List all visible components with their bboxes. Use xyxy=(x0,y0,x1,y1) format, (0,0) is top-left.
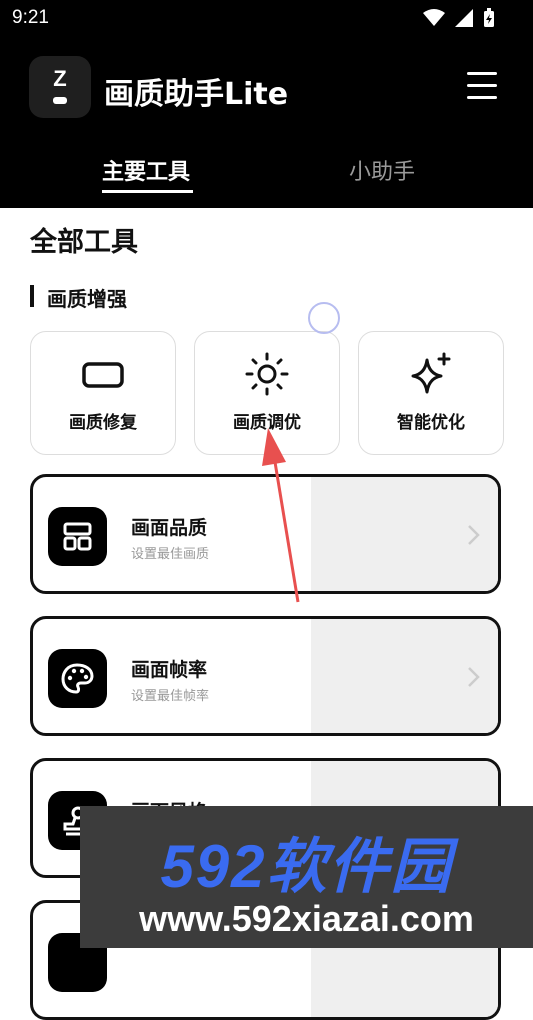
tab-main-tools[interactable]: 主要工具 xyxy=(102,154,190,186)
grid-layout-icon xyxy=(48,507,107,566)
app-logo: Z xyxy=(29,56,91,118)
sparkle-icon xyxy=(411,352,451,394)
sun-icon xyxy=(245,352,289,396)
wifi-icon xyxy=(423,9,445,26)
annotation-arrow xyxy=(262,428,300,603)
chevron-right-icon xyxy=(468,667,480,687)
watermark-brand: 592软件园 xyxy=(160,833,453,900)
tab-indicator xyxy=(102,190,193,193)
palette-icon xyxy=(48,649,107,708)
screen-rect-icon xyxy=(82,362,124,388)
tab-helper[interactable]: 小助手 xyxy=(349,154,415,186)
feature-title: 画面帧率 xyxy=(131,659,208,681)
app-title: 画质助手Lite xyxy=(104,77,289,112)
watermark-url: www.592xiazai.com xyxy=(139,898,474,939)
tool-card-smart[interactable] xyxy=(358,331,504,455)
menu-icon[interactable] xyxy=(467,72,497,100)
status-bar: 9:21 xyxy=(0,0,533,36)
subsection-title: 画质增强 xyxy=(47,287,127,311)
chevron-right-icon xyxy=(468,525,480,545)
tool-card-repair[interactable] xyxy=(30,331,176,455)
section-title: 全部工具 xyxy=(30,227,138,258)
logo-z-icon: Z xyxy=(53,66,67,91)
tool-label-smart: 智能优化 xyxy=(397,413,465,433)
logo-detail xyxy=(53,97,67,104)
app-bar: Z 画质助手Lite 主要工具 小助手 xyxy=(0,36,533,208)
status-time: 9:21 xyxy=(12,7,49,28)
watermark: 592软件园 www.592xiazai.com xyxy=(80,806,533,948)
tool-label-repair: 画质修复 xyxy=(69,413,137,433)
feature-card-framerate[interactable]: 画面帧率 设置最佳帧率 xyxy=(30,616,501,736)
loading-indicator xyxy=(308,302,340,334)
feature-subtitle: 设置最佳画质 xyxy=(131,547,210,562)
subsection-marker xyxy=(30,285,34,307)
battery-icon xyxy=(484,8,494,27)
feature-subtitle: 设置最佳帧率 xyxy=(131,689,210,704)
signal-icon xyxy=(455,9,473,27)
status-icons xyxy=(423,8,495,28)
feature-title: 画面品质 xyxy=(131,517,208,539)
